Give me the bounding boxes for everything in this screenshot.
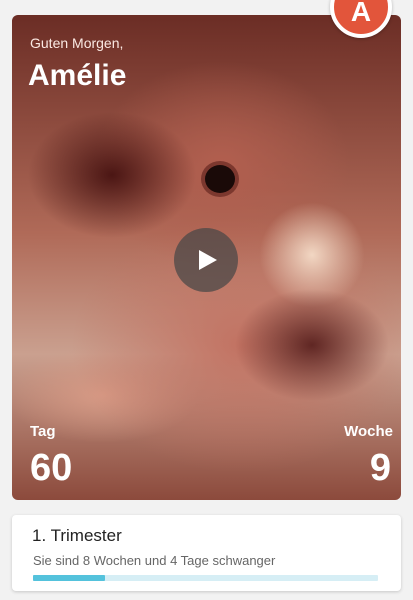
trimester-progress-fill [33, 575, 106, 581]
pregnancy-duration-text: Sie sind 8 Wochen und 4 Tage schwanger [33, 553, 276, 568]
week-value: 9 [369, 447, 391, 489]
play-icon [199, 250, 217, 270]
hero-card[interactable]: Guten Morgen, Amélie Tag 60 Woche 9 [12, 15, 401, 500]
play-video-button[interactable] [174, 228, 238, 292]
day-label: Tag [30, 423, 56, 440]
week-label: Woche [344, 423, 393, 440]
user-name: Amélie [28, 59, 127, 92]
embryo-image-detail [205, 165, 235, 193]
trimester-progress-track [33, 575, 378, 581]
trimester-title: 1. Trimester [32, 526, 122, 545]
avatar-initial: A [350, 0, 372, 27]
day-value: 60 [30, 447, 73, 489]
trimester-card[interactable]: 1. Trimester Sie sind 8 Wochen und 4 Tag… [12, 515, 401, 591]
greeting-text: Guten Morgen, [30, 35, 124, 51]
